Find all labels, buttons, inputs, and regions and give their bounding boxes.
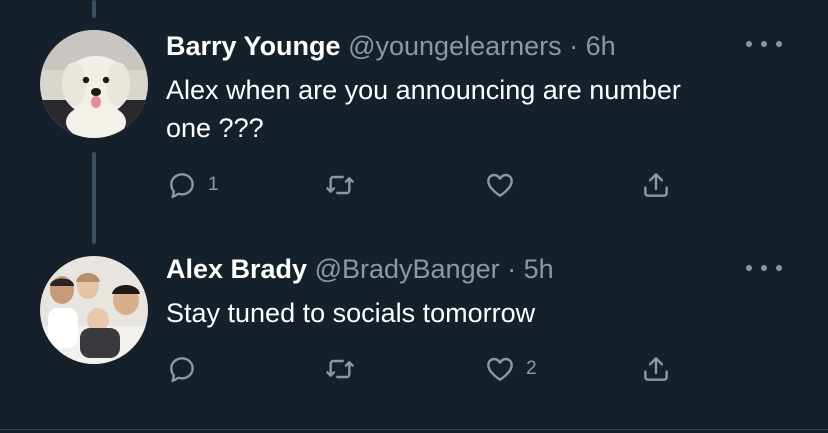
heart-icon bbox=[487, 357, 513, 381]
author-handle[interactable]: @BradyBanger bbox=[315, 254, 500, 284]
separator-dot: · bbox=[569, 31, 579, 61]
avatar[interactable] bbox=[40, 256, 148, 364]
tweet-alex-brady[interactable]: Alex Brady @BradyBanger · 5h Stay tuned … bbox=[0, 250, 828, 433]
tweet-barry-younge[interactable]: Barry Younge @youngelearners · 6h Alex w… bbox=[0, 0, 828, 250]
reply-count: 1 bbox=[208, 174, 219, 195]
tweet-text-line: one ??? bbox=[166, 113, 264, 143]
retweet-icon bbox=[326, 175, 354, 195]
reply-button[interactable] bbox=[166, 352, 208, 386]
tweet-header: Barry Younge @youngelearners · 6h bbox=[166, 29, 616, 63]
heart-icon bbox=[487, 173, 513, 197]
timestamp[interactable]: 5h bbox=[524, 254, 554, 284]
author-name[interactable]: Barry Younge bbox=[166, 31, 341, 61]
avatar[interactable] bbox=[40, 30, 148, 138]
retweet-icon bbox=[326, 359, 354, 379]
reply-icon bbox=[170, 357, 194, 383]
tweet-header: Alex Brady @BradyBanger · 5h bbox=[166, 252, 554, 286]
like-count: 2 bbox=[526, 358, 537, 379]
dog-avatar-icon bbox=[40, 30, 148, 138]
like-button[interactable]: 2 bbox=[484, 352, 537, 386]
reply-icon bbox=[170, 173, 194, 199]
timestamp[interactable]: 6h bbox=[586, 31, 616, 61]
more-icon[interactable] bbox=[746, 258, 782, 278]
tweet-text-line: Alex when are you announcing are number bbox=[166, 75, 681, 105]
share-icon bbox=[644, 357, 668, 381]
retweet-button[interactable] bbox=[324, 168, 366, 202]
tweet-text-line: Stay tuned to socials tomorrow bbox=[166, 298, 536, 328]
reply-button[interactable]: 1 bbox=[166, 168, 219, 202]
retweet-button[interactable] bbox=[324, 352, 366, 386]
like-button[interactable] bbox=[484, 168, 526, 202]
share-icon bbox=[644, 173, 668, 197]
family-avatar-icon bbox=[40, 256, 148, 364]
tweet-divider bbox=[0, 429, 828, 430]
tweet-text: Stay tuned to socials tomorrow bbox=[166, 294, 786, 332]
share-button[interactable] bbox=[640, 352, 672, 386]
tweet-text: Alex when are you announcing are number … bbox=[166, 71, 786, 147]
author-handle[interactable]: @youngelearners bbox=[348, 31, 562, 61]
share-button[interactable] bbox=[640, 168, 672, 202]
separator-dot: · bbox=[507, 254, 517, 284]
action-bar: 2 bbox=[166, 352, 706, 386]
author-name[interactable]: Alex Brady bbox=[166, 254, 307, 284]
more-icon[interactable] bbox=[746, 34, 782, 54]
action-bar: 1 bbox=[166, 168, 706, 202]
